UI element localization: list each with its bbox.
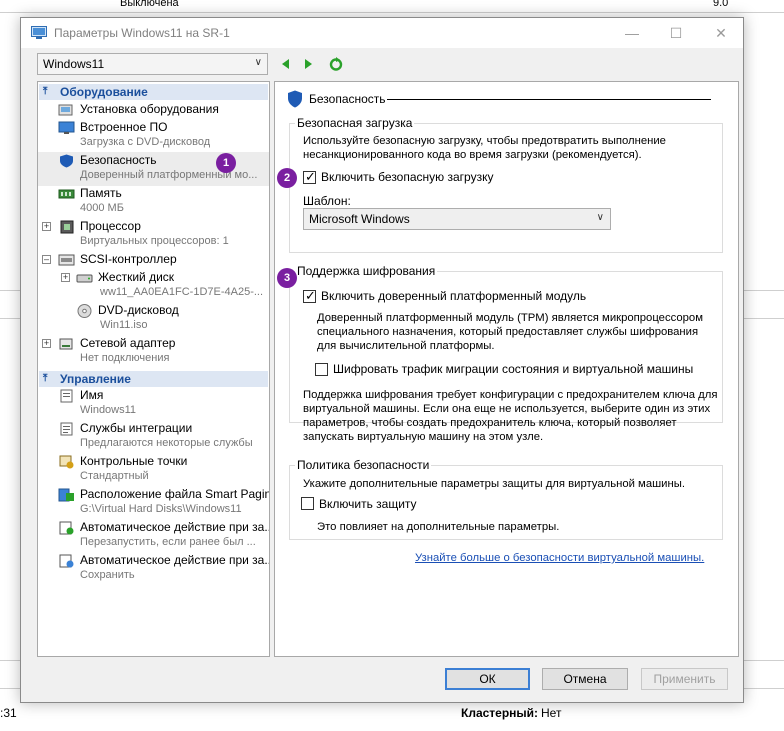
tree-item-smart-paging[interactable]: Расположение файла Smart Paging G:\Virtu… <box>38 486 269 520</box>
minimize-icon[interactable]: — <box>622 24 642 42</box>
settings-dialog: Параметры Windows11 на SR-1 — ☐ ✕ Window… <box>20 17 744 703</box>
close-icon[interactable]: ✕ <box>711 24 731 42</box>
tpm-label: Включить доверенный платформенный модуль <box>321 289 587 303</box>
background-divider <box>0 12 784 13</box>
refresh-icon[interactable] <box>328 56 344 72</box>
forward-arrow-icon[interactable] <box>300 56 316 72</box>
tree-item-integration-services[interactable]: Службы интеграции Предлагаются некоторые… <box>38 420 269 454</box>
integration-icon <box>60 422 73 436</box>
secure-boot-checkbox[interactable]: ✓ <box>303 169 316 184</box>
hard-disk-icon <box>76 274 93 283</box>
auto-stop-icon <box>59 554 74 568</box>
checkpoint-icon <box>59 455 74 469</box>
vm-selector-value: Windows11 <box>43 57 105 71</box>
migration-encryption-checkbox[interactable] <box>315 363 328 376</box>
smart-paging-icon <box>58 488 74 502</box>
network-adapter-icon <box>59 338 73 350</box>
dvd-icon <box>77 304 92 318</box>
check-icon: ✓ <box>305 288 316 303</box>
memory-icon <box>58 189 75 199</box>
tree-item-firmware[interactable]: Встроенное ПО Загрузка с DVD-дисковод <box>38 119 269 153</box>
panel-header: Безопасность <box>287 90 727 108</box>
tree-item-scsi-controller[interactable]: – SCSI-контроллер <box>38 251 269 269</box>
panel-title: Безопасность <box>309 92 386 106</box>
tree-item-name[interactable]: Имя Windows11 <box>38 387 269 421</box>
hardware-section-header[interactable]: ⤒ Оборудование <box>39 84 268 100</box>
apply-button[interactable]: Применить <box>641 668 728 690</box>
cancel-button[interactable]: Отмена <box>542 668 628 690</box>
expand-icon[interactable]: + <box>61 273 70 282</box>
learn-more-link[interactable]: Узнайте больше о безопасности виртуально… <box>415 552 704 564</box>
tpm-description: Доверенный платформенный модуль (TPM) яв… <box>317 312 703 352</box>
annotation-badge-1: 1 <box>216 153 236 173</box>
maximize-icon[interactable]: ☐ <box>666 24 686 42</box>
tree-item-auto-stop[interactable]: Автоматическое действие при за... Сохран… <box>38 552 269 586</box>
migration-encryption-label: Шифровать трафик миграции состояния и ви… <box>333 362 694 376</box>
ok-button[interactable]: ОК <box>445 668 530 690</box>
add-hardware-icon <box>58 104 73 116</box>
shield-icon <box>288 90 302 108</box>
firmware-icon <box>58 121 75 134</box>
tree-item-memory[interactable]: Память 4000 МБ <box>38 185 269 219</box>
security-panel: Безопасность Безопасная загрузка Использ… <box>274 81 739 657</box>
encryption-note: Поддержка шифрования требует конфигураци… <box>303 389 718 443</box>
management-section-header[interactable]: ⤒ Управление <box>39 371 268 387</box>
name-icon <box>60 389 73 403</box>
tree-item-auto-start[interactable]: Автоматическое действие при за... Переза… <box>38 519 269 553</box>
tree-item-add-hardware[interactable]: Установка оборудования <box>38 101 269 119</box>
secure-boot-description: Используйте безопасную загрузку, чтобы п… <box>303 135 666 161</box>
tree-item-network-adapter[interactable]: + Сетевой адаптер Нет подключения <box>38 335 269 369</box>
template-select[interactable]: Microsoft Windows ∨ <box>303 208 611 230</box>
auto-start-icon <box>59 521 74 535</box>
annotation-badge-2: 2 <box>277 168 297 188</box>
tree-item-processor[interactable]: + Процессор Виртуальных процессоров: 1 <box>38 218 269 252</box>
template-label: Шаблон: <box>303 194 351 208</box>
annotation-badge-3: 3 <box>277 268 297 288</box>
secure-boot-label: Включить безопасную загрузку <box>321 170 494 184</box>
tree-item-checkpoints[interactable]: Контрольные точки Стандартный <box>38 453 269 487</box>
tree-item-hard-disk[interactable]: + Жесткий диск ww11_AA0EA1FC-1D7E-4A25-.… <box>38 269 269 303</box>
expand-icon[interactable]: + <box>42 339 51 348</box>
check-icon: ✓ <box>305 169 316 184</box>
cluster-value: Нет <box>541 706 562 720</box>
scsi-icon <box>58 254 75 266</box>
shield-icon <box>60 154 73 168</box>
header-rule <box>387 99 711 100</box>
hyperv-app-icon <box>31 26 47 39</box>
background-time-fragment: :31 <box>0 706 17 720</box>
shielding-label: Включить защиту <box>319 497 417 511</box>
shielding-checkbox[interactable] <box>301 497 314 510</box>
vm-selector[interactable]: Windows11 ∨ <box>37 53 268 75</box>
background-version-value: 9.0 <box>713 0 729 9</box>
secure-boot-title: Безопасная загрузка <box>295 116 415 130</box>
tpm-checkbox[interactable]: ✓ <box>303 288 316 303</box>
cluster-label: Кластерный: <box>461 706 539 720</box>
collapse-icon: ⤒ <box>43 373 48 384</box>
background-status-label: Выключена <box>120 0 179 9</box>
back-arrow-icon[interactable] <box>278 56 294 72</box>
collapse-tree-icon[interactable]: – <box>42 255 51 264</box>
collapse-icon: ⤒ <box>43 86 48 97</box>
security-policy-title: Политика безопасности <box>295 458 432 472</box>
security-policy-description: Укажите дополнительные параметры защиты … <box>303 478 685 490</box>
encryption-title: Поддержка шифрования <box>295 264 438 278</box>
tree-item-dvd-drive[interactable]: DVD-дисковод Win11.iso <box>38 302 269 336</box>
expand-icon[interactable]: + <box>42 222 51 231</box>
settings-tree: ⤒ Оборудование Установка оборудования Вс… <box>37 81 270 657</box>
window-title: Параметры Windows11 на SR-1 <box>54 26 230 40</box>
security-policy-note: Это повлияет на дополнительные параметры… <box>317 521 560 533</box>
chevron-down-icon: ∨ <box>254 57 262 68</box>
title-bar[interactable]: Параметры Windows11 на SR-1 — ☐ ✕ <box>21 18 743 48</box>
chevron-down-icon: ∨ <box>596 212 604 223</box>
cpu-icon <box>60 220 74 234</box>
